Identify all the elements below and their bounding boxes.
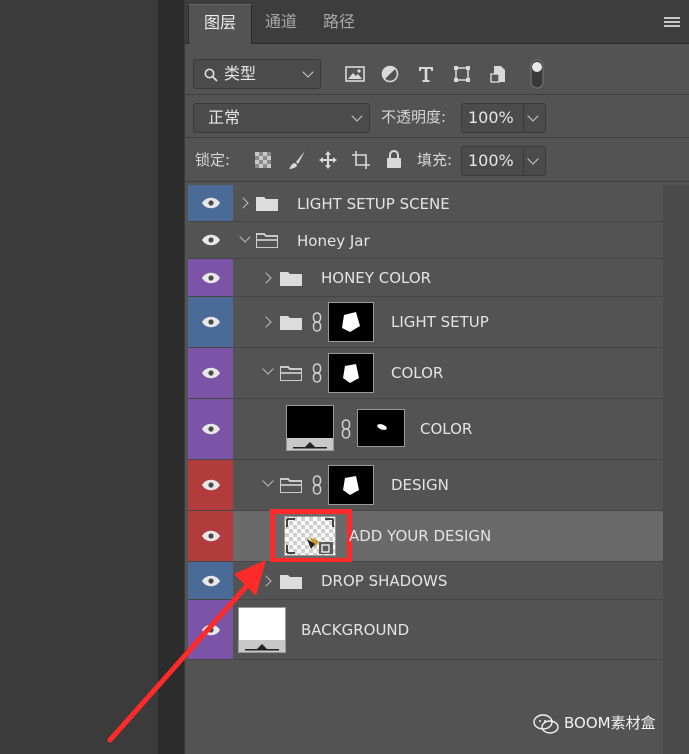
annotation-arrow	[107, 560, 266, 743]
wechat-icon	[533, 714, 559, 734]
watermark-text: BOOM素材盒	[564, 714, 656, 732]
